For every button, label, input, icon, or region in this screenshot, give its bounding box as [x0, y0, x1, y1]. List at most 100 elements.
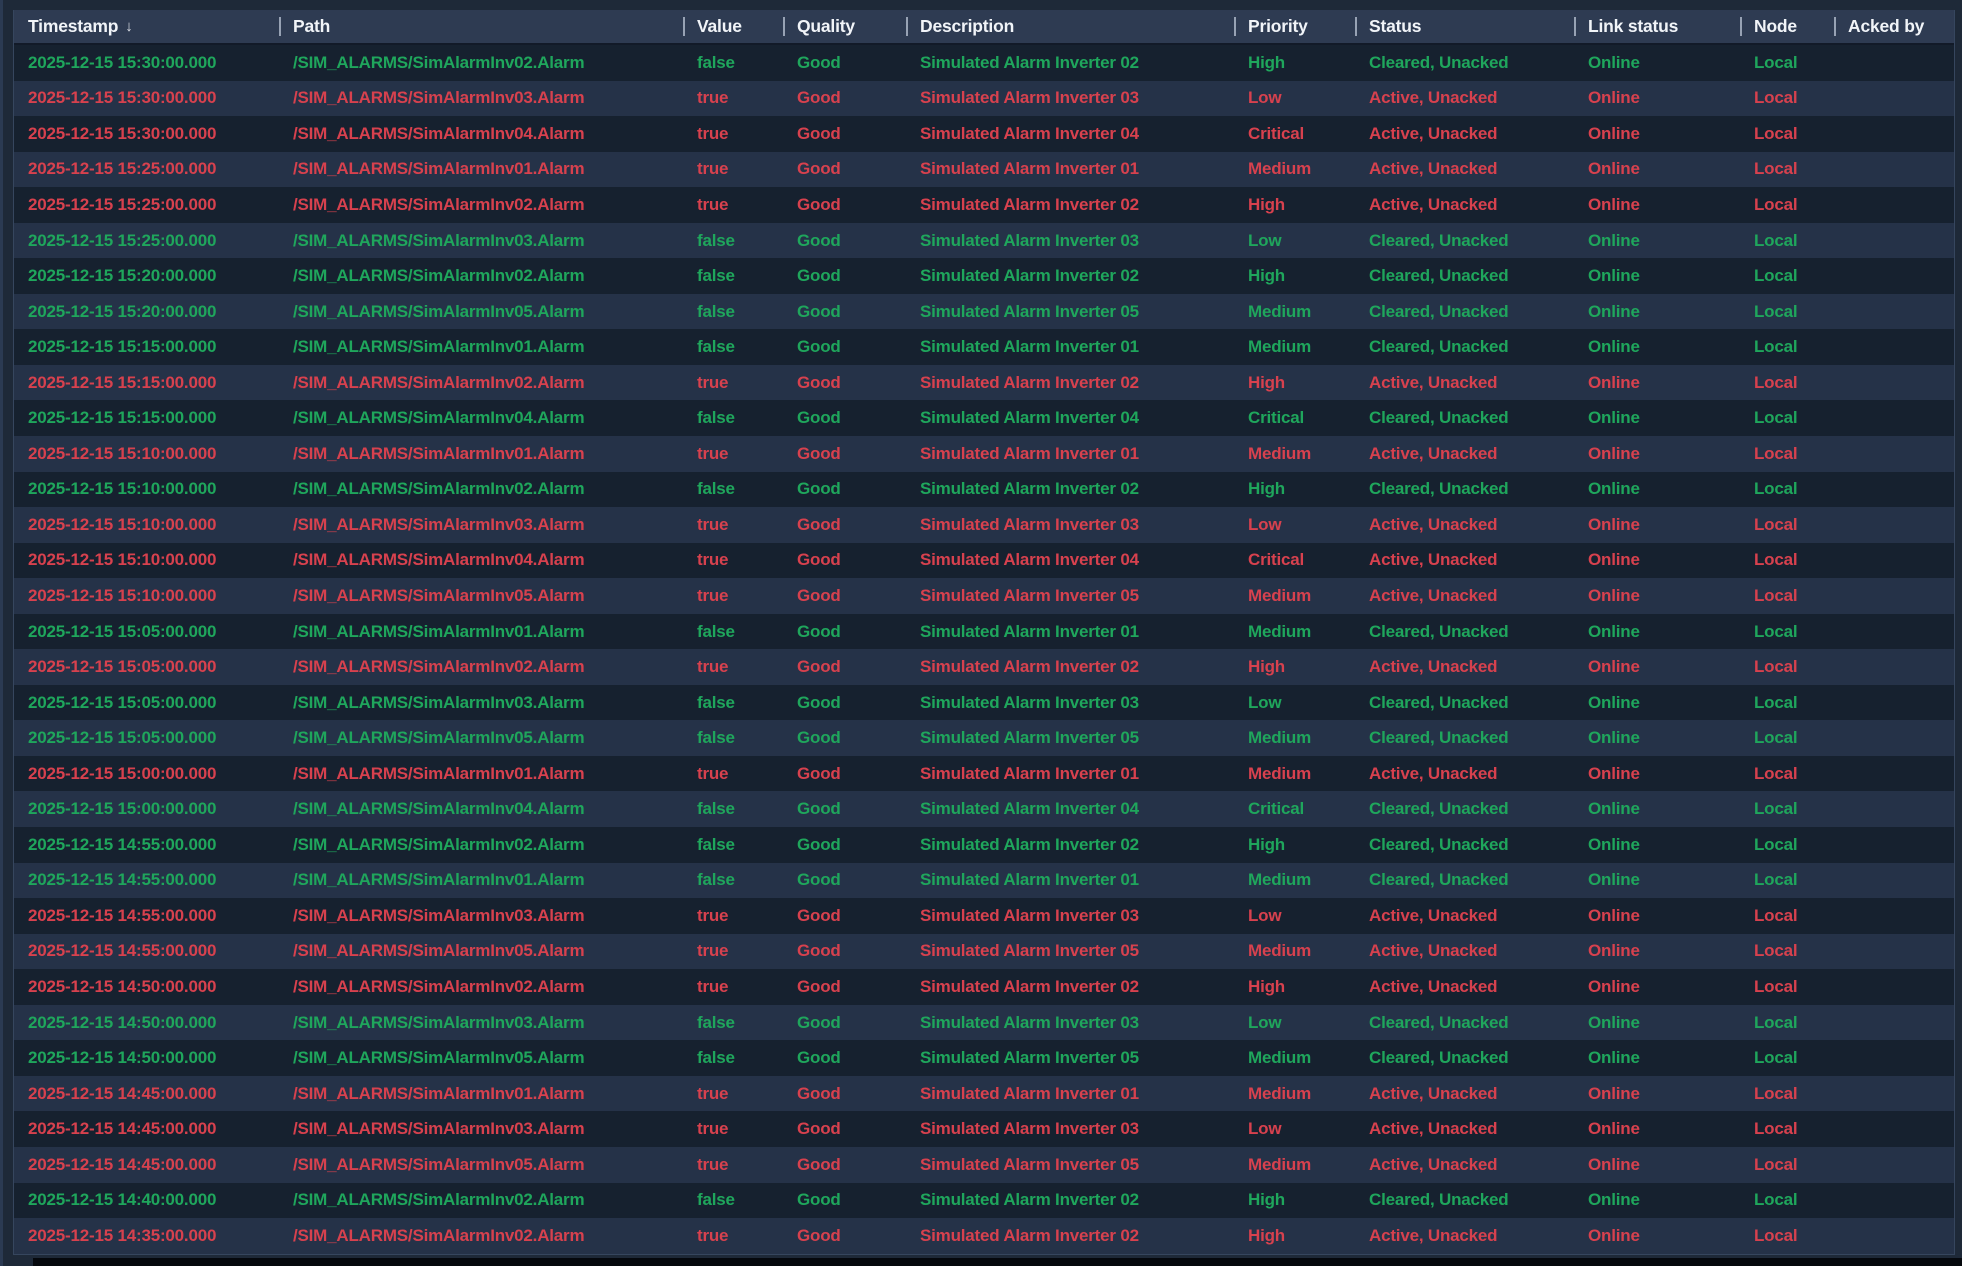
cell-node: Local: [1754, 266, 1798, 286]
cell-link_status: Online: [1588, 1048, 1640, 1068]
cell-acked_by: [1834, 1040, 1954, 1076]
cell-value: true: [697, 159, 729, 179]
table-row[interactable]: 2025-12-15 14:55:00.000/SIM_ALARMS/SimAl…: [14, 933, 1954, 970]
cell-path: /SIM_ALARMS/SimAlarmInv03.Alarm: [293, 230, 585, 250]
cell-link_status: Online: [1588, 1154, 1640, 1174]
table-row[interactable]: 2025-12-15 14:45:00.000/SIM_ALARMS/SimAl…: [14, 1146, 1954, 1183]
cell-priority: Low: [1248, 692, 1282, 712]
column-header-link_status[interactable]: Link status: [1574, 10, 1740, 43]
table-row[interactable]: 2025-12-15 15:10:00.000/SIM_ALARMS/SimAl…: [14, 507, 1954, 543]
table-row[interactable]: 2025-12-15 14:45:00.000/SIM_ALARMS/SimAl…: [14, 1111, 1954, 1147]
column-header-path[interactable]: Path: [279, 10, 683, 43]
table-row[interactable]: 2025-12-15 14:50:00.000/SIM_ALARMS/SimAl…: [14, 1040, 1954, 1076]
table-row[interactable]: 2025-12-15 14:55:00.000/SIM_ALARMS/SimAl…: [14, 898, 1954, 934]
table-row[interactable]: 2025-12-15 15:10:00.000/SIM_ALARMS/SimAl…: [14, 578, 1954, 614]
column-header-quality[interactable]: Quality: [783, 10, 906, 43]
cell-acked_by: [1834, 934, 1954, 970]
cell-path: /SIM_ALARMS/SimAlarmInv03.Alarm: [293, 1119, 585, 1139]
table-row[interactable]: 2025-12-15 15:10:00.000/SIM_ALARMS/SimAl…: [14, 542, 1954, 579]
table-row[interactable]: 2025-12-15 15:15:00.000/SIM_ALARMS/SimAl…: [14, 400, 1954, 437]
column-header-value[interactable]: Value: [683, 10, 783, 43]
cell-timestamp: 2025-12-15 14:45:00.000: [28, 1154, 217, 1174]
cell-value: false: [697, 692, 735, 712]
column-header-acked_by[interactable]: Acked by: [1834, 10, 1954, 43]
cell-acked_by: [1834, 223, 1954, 259]
table-row[interactable]: 2025-12-15 15:15:00.000/SIM_ALARMS/SimAl…: [14, 329, 1954, 365]
table-row[interactable]: 2025-12-15 14:50:00.000/SIM_ALARMS/SimAl…: [14, 969, 1954, 1005]
cell-link_status: Online: [1588, 443, 1640, 463]
cell-node: Local: [1754, 1154, 1798, 1174]
table-row[interactable]: 2025-12-15 15:05:00.000/SIM_ALARMS/SimAl…: [14, 613, 1954, 650]
cell-quality: Good: [797, 123, 841, 143]
cell-value: true: [697, 905, 729, 925]
cell-description: Simulated Alarm Inverter 05: [920, 1154, 1139, 1174]
column-header-label: Quality: [797, 16, 855, 36]
sort-descending-icon: ↓: [125, 18, 133, 35]
cell-link_status: Online: [1588, 1119, 1640, 1139]
cell-acked_by: [1834, 1076, 1954, 1112]
cell-value: true: [697, 1119, 729, 1139]
cell-description: Simulated Alarm Inverter 02: [920, 1190, 1139, 1210]
table-row[interactable]: 2025-12-15 14:55:00.000/SIM_ALARMS/SimAl…: [14, 827, 1954, 863]
cell-quality: Good: [797, 1154, 841, 1174]
cell-quality: Good: [797, 52, 841, 72]
column-header-priority[interactable]: Priority: [1234, 10, 1355, 43]
cell-timestamp: 2025-12-15 15:00:00.000: [28, 799, 217, 819]
table-row[interactable]: 2025-12-15 15:30:00.000/SIM_ALARMS/SimAl…: [14, 80, 1954, 117]
cell-acked_by: [1834, 863, 1954, 899]
cell-timestamp: 2025-12-15 15:30:00.000: [28, 52, 217, 72]
table-row[interactable]: 2025-12-15 15:10:00.000/SIM_ALARMS/SimAl…: [14, 471, 1954, 508]
column-header-label: Description: [920, 16, 1015, 36]
cell-quality: Good: [797, 834, 841, 854]
table-row[interactable]: 2025-12-15 15:05:00.000/SIM_ALARMS/SimAl…: [14, 649, 1954, 685]
cell-description: Simulated Alarm Inverter 03: [920, 88, 1139, 108]
table-row[interactable]: 2025-12-15 15:20:00.000/SIM_ALARMS/SimAl…: [14, 293, 1954, 330]
table-row[interactable]: 2025-12-15 14:45:00.000/SIM_ALARMS/SimAl…: [14, 1075, 1954, 1112]
cell-timestamp: 2025-12-15 15:30:00.000: [28, 88, 217, 108]
table-row[interactable]: 2025-12-15 15:25:00.000/SIM_ALARMS/SimAl…: [14, 222, 1954, 259]
horizontal-scrollbar[interactable]: [13, 1258, 1962, 1266]
table-row[interactable]: 2025-12-15 15:05:00.000/SIM_ALARMS/SimAl…: [14, 720, 1954, 756]
column-header-description[interactable]: Description: [906, 10, 1234, 43]
horizontal-scrollbar-thumb[interactable]: [33, 1258, 1962, 1266]
table-row[interactable]: 2025-12-15 15:20:00.000/SIM_ALARMS/SimAl…: [14, 258, 1954, 294]
table-row[interactable]: 2025-12-15 14:55:00.000/SIM_ALARMS/SimAl…: [14, 862, 1954, 899]
table-row[interactable]: 2025-12-15 14:40:00.000/SIM_ALARMS/SimAl…: [14, 1182, 1954, 1219]
table-row[interactable]: 2025-12-15 15:25:00.000/SIM_ALARMS/SimAl…: [14, 187, 1954, 223]
table-row[interactable]: 2025-12-15 15:25:00.000/SIM_ALARMS/SimAl…: [14, 151, 1954, 188]
column-header-status[interactable]: Status: [1355, 10, 1574, 43]
table-row[interactable]: 2025-12-15 15:30:00.000/SIM_ALARMS/SimAl…: [14, 45, 1954, 81]
cell-value: false: [697, 479, 735, 499]
table-row[interactable]: 2025-12-15 15:00:00.000/SIM_ALARMS/SimAl…: [14, 755, 1954, 792]
table-row[interactable]: 2025-12-15 14:50:00.000/SIM_ALARMS/SimAl…: [14, 1004, 1954, 1041]
cell-node: Local: [1754, 514, 1798, 534]
column-header-label: Value: [697, 16, 742, 36]
table-row[interactable]: 2025-12-15 15:10:00.000/SIM_ALARMS/SimAl…: [14, 436, 1954, 472]
cell-timestamp: 2025-12-15 15:00:00.000: [28, 763, 217, 783]
cell-node: Local: [1754, 1083, 1798, 1103]
cell-acked_by: [1834, 720, 1954, 756]
cell-quality: Good: [797, 1119, 841, 1139]
cell-value: true: [697, 763, 729, 783]
table-row[interactable]: 2025-12-15 15:05:00.000/SIM_ALARMS/SimAl…: [14, 684, 1954, 721]
table-row[interactable]: 2025-12-15 15:30:00.000/SIM_ALARMS/SimAl…: [14, 116, 1954, 152]
column-header-node[interactable]: Node: [1740, 10, 1834, 43]
cell-node: Local: [1754, 372, 1798, 392]
cell-link_status: Online: [1588, 337, 1640, 357]
cell-quality: Good: [797, 1012, 841, 1032]
cell-value: false: [697, 301, 735, 321]
table-row[interactable]: 2025-12-15 15:00:00.000/SIM_ALARMS/SimAl…: [14, 791, 1954, 828]
cell-timestamp: 2025-12-15 15:30:00.000: [28, 123, 217, 143]
cell-quality: Good: [797, 870, 841, 890]
cell-description: Simulated Alarm Inverter 03: [920, 514, 1139, 534]
cell-acked_by: [1834, 294, 1954, 330]
table-header-row: Timestamp ↓ Path Value Quality Description Pri…: [14, 10, 1954, 45]
cell-timestamp: 2025-12-15 15:05:00.000: [28, 657, 217, 677]
column-header-timestamp[interactable]: Timestamp ↓: [14, 10, 279, 43]
cell-priority: Low: [1248, 1119, 1282, 1139]
cell-quality: Good: [797, 799, 841, 819]
cell-description: Simulated Alarm Inverter 05: [920, 585, 1139, 605]
table-row[interactable]: 2025-12-15 15:15:00.000/SIM_ALARMS/SimAl…: [14, 364, 1954, 401]
cell-acked_by: [1834, 472, 1954, 508]
table-row[interactable]: 2025-12-15 14:35:00.000/SIM_ALARMS/SimAl…: [14, 1218, 1954, 1254]
